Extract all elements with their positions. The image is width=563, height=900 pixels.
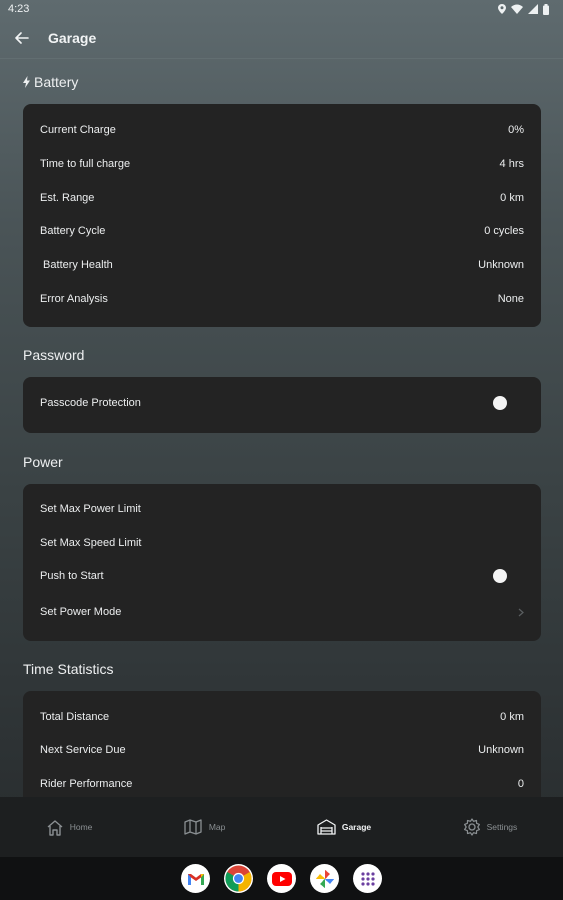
chrome-app[interactable] bbox=[224, 864, 253, 893]
next-service-due-row: Next Service Due Unknown bbox=[23, 740, 541, 760]
arrow-back-icon bbox=[15, 32, 29, 44]
chrome-icon bbox=[225, 865, 252, 892]
garage-icon bbox=[317, 819, 336, 835]
passcode-protection-toggle[interactable] bbox=[493, 396, 507, 410]
password-section-title: Password bbox=[23, 347, 84, 363]
chevron-right-icon bbox=[518, 608, 524, 616]
row-label: Error Analysis bbox=[40, 293, 108, 305]
gmail-icon bbox=[187, 873, 204, 885]
nav-label-settings: Settings bbox=[486, 822, 518, 832]
photos-icon bbox=[315, 869, 334, 888]
row-value: 0 km bbox=[500, 711, 524, 723]
nav-item-settings[interactable]: Settings bbox=[463, 818, 518, 836]
total-distance-row: Total Distance 0 km bbox=[23, 707, 541, 727]
row-value: None bbox=[497, 293, 524, 305]
youtube-icon bbox=[271, 871, 292, 886]
status-bar: 4:23 bbox=[0, 0, 563, 18]
push-to-start-toggle[interactable] bbox=[493, 569, 507, 583]
battery-card: Current Charge 0% Time to full charge 4 … bbox=[23, 104, 541, 327]
nav-item-home[interactable]: Home bbox=[46, 819, 93, 836]
cellular-signal-icon bbox=[528, 4, 538, 14]
set-max-power-limit-row[interactable]: Set Max Power Limit bbox=[23, 499, 541, 519]
row-label: Est. Range bbox=[40, 192, 95, 204]
nav-item-map[interactable]: Map bbox=[184, 819, 226, 835]
gear-icon bbox=[463, 818, 480, 836]
power-section-title: Power bbox=[23, 454, 63, 470]
row-value: 0 km bbox=[500, 192, 524, 204]
row-label: Current Charge bbox=[40, 124, 116, 136]
row-value: Unknown bbox=[478, 744, 524, 756]
gmail-app[interactable] bbox=[181, 864, 210, 893]
bolt-icon bbox=[23, 76, 30, 88]
battery-row-health: Battery Health Unknown bbox=[23, 255, 541, 275]
password-section-label: Password bbox=[23, 347, 85, 363]
row-label: Set Max Power Limit bbox=[40, 503, 141, 515]
bottom-nav: Home Map Garage Settings bbox=[0, 797, 563, 857]
row-value: 0 cycles bbox=[484, 225, 524, 237]
row-value: 0% bbox=[508, 124, 524, 136]
back-button[interactable] bbox=[4, 20, 40, 56]
app-drawer-button[interactable] bbox=[353, 864, 382, 893]
row-value: Unknown bbox=[478, 259, 524, 271]
row-value: 0 bbox=[517, 778, 524, 790]
set-max-speed-limit-row[interactable]: Set Max Speed Limit bbox=[23, 533, 541, 553]
battery-section-label: Battery bbox=[34, 74, 79, 90]
push-to-start-row[interactable]: Push to Start bbox=[23, 566, 541, 586]
rider-performance-row: Rider Performance 0 bbox=[23, 774, 541, 794]
password-card: Passcode Protection bbox=[23, 377, 541, 433]
set-power-mode-row[interactable]: Set Power Mode bbox=[23, 602, 541, 622]
nav-item-garage[interactable]: Garage bbox=[317, 819, 371, 835]
photos-app[interactable] bbox=[310, 864, 339, 893]
nav-label-garage: Garage bbox=[341, 822, 372, 832]
row-label: Total Distance bbox=[40, 711, 110, 723]
page-title: Garage bbox=[48, 30, 97, 46]
system-dock bbox=[0, 857, 563, 900]
power-section-label: Power bbox=[23, 454, 63, 470]
row-label: Set Max Speed Limit bbox=[40, 537, 142, 549]
time-statistics-section-label: Time Statistics bbox=[23, 661, 114, 677]
row-label: Rider Performance bbox=[40, 778, 133, 790]
time-statistics-section-title: Time Statistics bbox=[23, 661, 114, 677]
battery-row-cycle: Battery Cycle 0 cycles bbox=[23, 221, 541, 241]
time-statistics-card: Total Distance 0 km Next Service Due Unk… bbox=[23, 691, 541, 811]
youtube-app[interactable] bbox=[267, 864, 296, 893]
row-label: Set Power Mode bbox=[40, 606, 122, 618]
map-icon bbox=[184, 819, 202, 835]
wifi-icon bbox=[511, 4, 523, 14]
row-label: Battery Health bbox=[40, 259, 113, 271]
status-icons bbox=[498, 3, 549, 15]
battery-row-error-analysis: Error Analysis None bbox=[23, 289, 541, 309]
battery-row-est-range: Est. Range 0 km bbox=[23, 188, 541, 208]
passcode-protection-row[interactable]: Passcode Protection bbox=[23, 393, 541, 413]
row-value: 4 hrs bbox=[499, 158, 524, 170]
battery-row-time-to-full: Time to full charge 4 hrs bbox=[23, 154, 541, 174]
app-bar: Garage bbox=[0, 18, 563, 58]
battery-status-icon bbox=[543, 3, 549, 15]
nav-label-home: Home bbox=[69, 822, 93, 832]
power-card: Set Max Power Limit Set Max Speed Limit … bbox=[23, 484, 541, 641]
nav-label-map: Map bbox=[208, 822, 226, 832]
app-bar-divider bbox=[0, 58, 563, 59]
location-icon bbox=[498, 4, 506, 14]
status-time: 4:23 bbox=[8, 3, 30, 15]
row-label: Push to Start bbox=[40, 570, 104, 582]
row-label: Next Service Due bbox=[40, 744, 126, 756]
row-label: Passcode Protection bbox=[40, 397, 141, 409]
home-icon bbox=[47, 819, 63, 836]
app-drawer-icon bbox=[360, 871, 375, 886]
row-label: Time to full charge bbox=[40, 158, 131, 170]
row-label: Battery Cycle bbox=[40, 225, 106, 237]
battery-section-title: Battery bbox=[23, 74, 78, 90]
battery-row-current-charge: Current Charge 0% bbox=[23, 120, 541, 140]
